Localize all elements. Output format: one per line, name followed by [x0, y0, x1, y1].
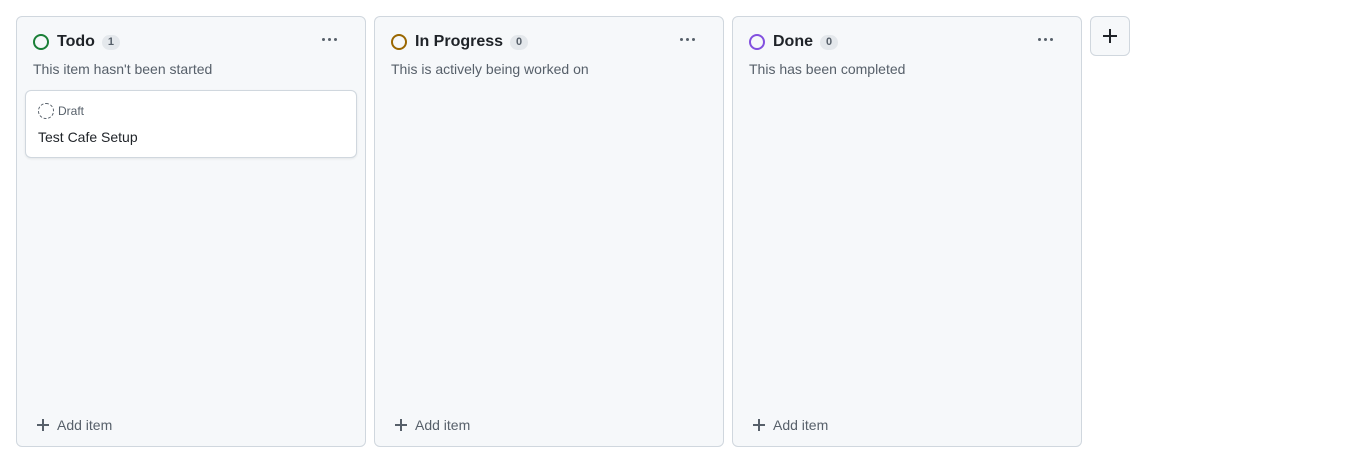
add-item-button[interactable]: Add item: [33, 414, 112, 436]
column-menu-button[interactable]: [673, 27, 701, 51]
status-circle-icon: [749, 34, 765, 50]
kebab-horizontal-icon: [321, 37, 337, 41]
add-item-label: Add item: [415, 417, 471, 433]
board-column-done: Done 0 This has been completed Add item: [732, 16, 1082, 447]
plus-icon: [35, 417, 51, 433]
plus-icon: [393, 417, 409, 433]
add-item-button[interactable]: Add item: [749, 414, 828, 436]
item-count-badge: 0: [820, 34, 839, 50]
add-item-button[interactable]: Add item: [391, 414, 470, 436]
column-header: Done 0: [749, 33, 1065, 51]
column-title: Todo: [57, 33, 95, 50]
card-type-label: Draft: [58, 104, 85, 118]
item-count-badge: 1: [101, 34, 121, 50]
column-title: In Progress: [415, 33, 504, 50]
plus-icon: [751, 417, 767, 433]
add-column-button[interactable]: [1090, 16, 1130, 56]
column-title: Done: [773, 33, 813, 50]
status-circle-icon: [391, 34, 407, 50]
column-description: This has been completed: [749, 61, 906, 77]
column-description: This is actively being worked on: [391, 61, 589, 77]
board-card[interactable]: Draft Test Cafe Setup: [25, 90, 357, 158]
card-title[interactable]: Test Cafe Setup: [38, 128, 138, 146]
plus-icon: [1103, 29, 1117, 43]
card-meta: Draft: [38, 103, 84, 119]
draft-issue-icon: [38, 103, 54, 119]
column-menu-button[interactable]: [315, 27, 343, 51]
board-column-todo: Todo 1 This item hasn't been started Dra…: [16, 16, 366, 447]
column-header: Todo 1: [33, 33, 349, 51]
column-menu-button[interactable]: [1031, 27, 1059, 51]
add-item-label: Add item: [57, 417, 113, 433]
board-column-in-progress: In Progress 0 This is actively being wor…: [374, 16, 724, 447]
kebab-horizontal-icon: [679, 37, 695, 41]
kebab-horizontal-icon: [1037, 37, 1053, 41]
item-count-badge: 0: [510, 34, 529, 50]
add-item-label: Add item: [773, 417, 829, 433]
status-circle-icon: [33, 34, 49, 50]
project-board: Todo 1 This item hasn't been started Dra…: [16, 16, 1130, 447]
column-header: In Progress 0: [391, 33, 707, 51]
column-description: This item hasn't been started: [33, 61, 213, 77]
